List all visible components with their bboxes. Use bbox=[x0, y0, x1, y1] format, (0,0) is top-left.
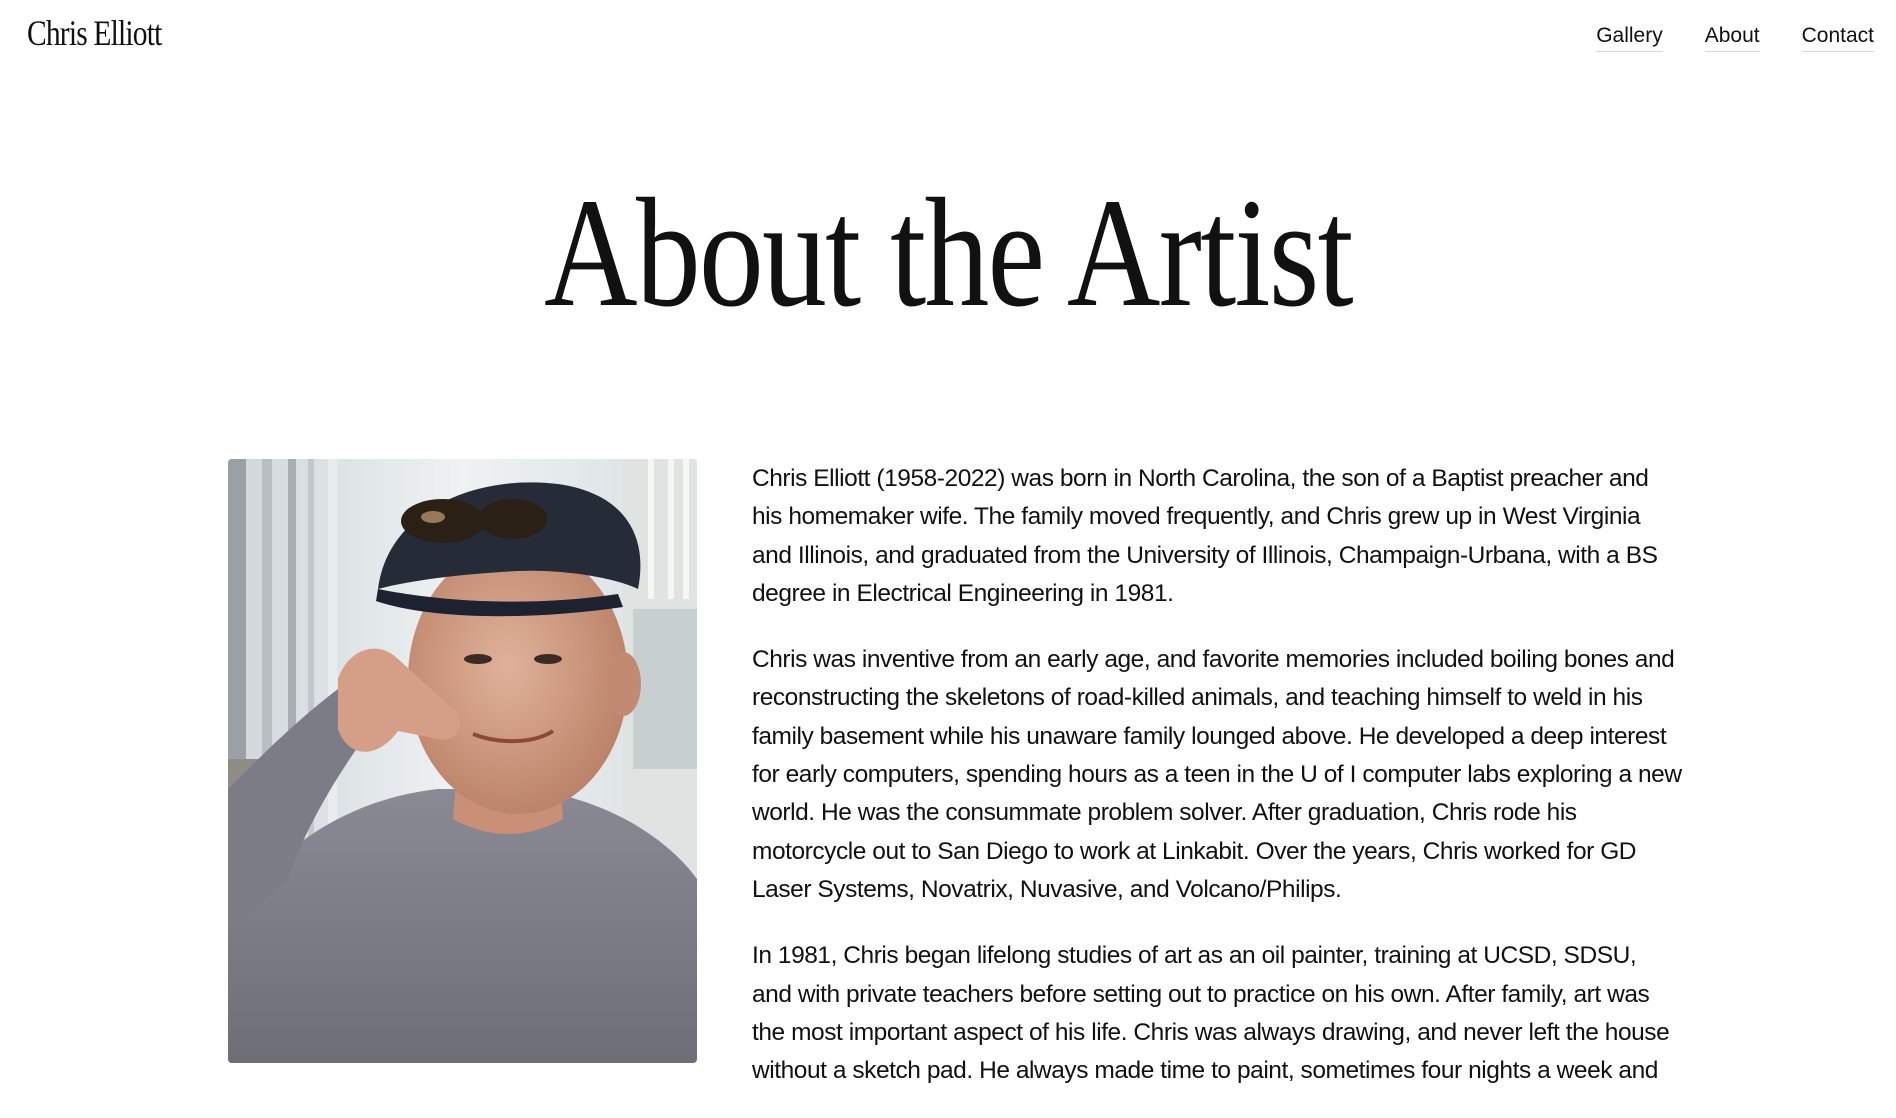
nav-link-contact[interactable]: Contact bbox=[1801, 24, 1874, 52]
artist-portrait bbox=[228, 459, 697, 1063]
artist-bio: Chris Elliott (1958-2022) was born in No… bbox=[752, 460, 1682, 1118]
bio-paragraph: Chris Elliott (1958-2022) was born in No… bbox=[752, 465, 1658, 607]
page-title: About the Artist bbox=[544, 166, 1354, 339]
nav-link-gallery[interactable]: Gallery bbox=[1596, 24, 1663, 52]
site-header: Chris Elliott Gallery About Contact bbox=[0, 0, 1896, 80]
main-nav: Gallery About Contact bbox=[1596, 24, 1874, 52]
nav-link-about[interactable]: About bbox=[1704, 24, 1760, 52]
bio-paragraph: In 1981, Chris began lifelong studies of… bbox=[752, 942, 1670, 1085]
site-logo[interactable]: Chris Elliott bbox=[27, 12, 162, 54]
bio-paragraph: Chris was inventive from an early age, a… bbox=[752, 646, 1682, 903]
